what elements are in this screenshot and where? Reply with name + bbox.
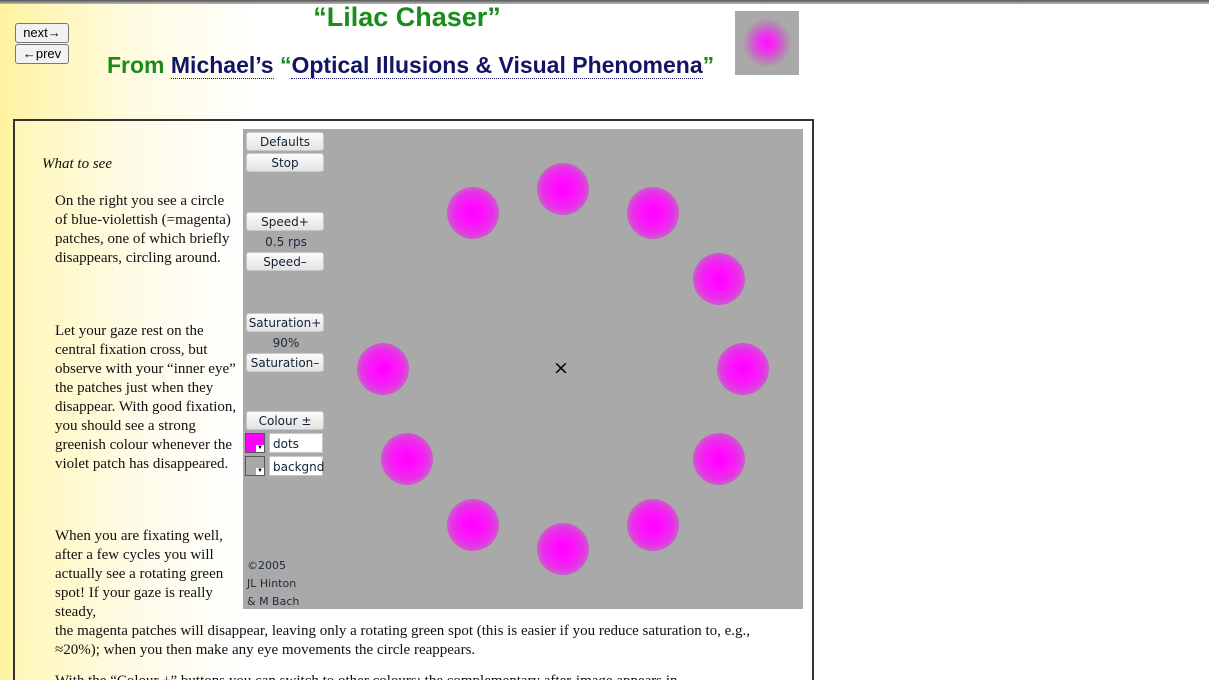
speed-value: 0.5 rps	[265, 235, 307, 249]
magenta-patch	[627, 498, 679, 551]
prev-button[interactable]: ←prev	[15, 44, 69, 64]
paragraph-3: When you are fixating well, after a few …	[55, 528, 224, 620]
paragraph-1: On the right you see a circle of blue-vi…	[55, 193, 231, 266]
paragraph-2: Let your gaze rest on the central fixati…	[55, 323, 237, 472]
chevron-down-icon: ▼	[256, 468, 264, 475]
magenta-patch	[381, 433, 434, 485]
chevron-down-icon: ▼	[256, 445, 264, 452]
paragraph-3-continued: the magenta patches will disappear, leav…	[55, 623, 751, 658]
speed-minus-button[interactable]: Speed–	[246, 252, 324, 271]
dots-color-picker[interactable]: ▼	[245, 433, 265, 453]
magenta-patch	[447, 498, 499, 551]
subtitle-from: From	[107, 52, 171, 78]
defaults-button[interactable]: Defaults	[246, 132, 324, 151]
copyright-line: ©2005	[247, 559, 286, 572]
magenta-patch	[537, 523, 589, 575]
background-color-picker[interactable]: ▼	[245, 456, 265, 476]
saturation-value: 90%	[272, 336, 300, 350]
magenta-patch	[357, 343, 409, 395]
fixation-cross: ×	[553, 357, 569, 379]
magenta-patch	[692, 253, 745, 305]
magenta-patch	[447, 187, 499, 240]
paragraph-4: With the “Colour ±” buttons you can swit…	[55, 672, 795, 680]
magenta-patch	[627, 187, 679, 240]
magenta-patch	[537, 163, 589, 215]
subtitle-quote-open: “	[273, 52, 292, 78]
saturation-minus-button[interactable]: Saturation–	[246, 353, 324, 372]
section-heading: What to see	[42, 156, 112, 172]
magenta-patch	[717, 343, 769, 395]
stop-button[interactable]: Stop	[246, 153, 324, 172]
illusion-canvas: Defaults Stop Speed+ 0.5 rps Speed– Satu…	[243, 129, 803, 609]
saturation-plus-button[interactable]: Saturation+	[246, 313, 324, 332]
copyright-line: JL Hinton	[247, 577, 297, 590]
page-title: “Lilac Chaser”	[313, 2, 501, 32]
speed-plus-button[interactable]: Speed+	[246, 212, 324, 231]
copyright-text: ©2005 JL Hinton & M Bach	[247, 557, 299, 609]
lilac-thumbnail-image	[735, 11, 799, 75]
copyright-line: & M Bach	[247, 595, 300, 608]
dots-label: dots	[269, 433, 323, 453]
next-button[interactable]: next→	[15, 23, 69, 43]
backgnd-label: backgnd	[269, 456, 324, 476]
colour-button[interactable]: Colour ±	[246, 411, 324, 430]
subtitle-quote-close: ”	[702, 52, 715, 78]
magenta-patch	[692, 433, 745, 485]
page-subtitle: From Michael’s “Optical Illusions & Visu…	[107, 52, 714, 79]
author-link[interactable]: Michael’s	[170, 52, 274, 79]
site-link[interactable]: Optical Illusions & Visual Phenomena	[291, 52, 703, 79]
